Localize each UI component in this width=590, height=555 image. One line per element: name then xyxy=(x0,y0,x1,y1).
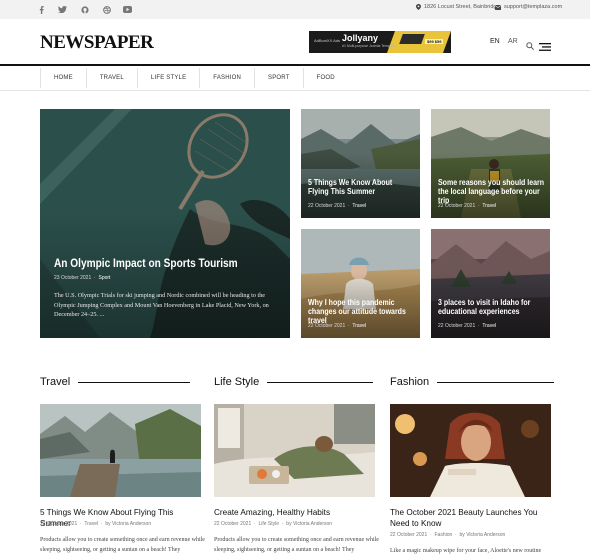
hero-main-title[interactable]: An Olympic Impact on Sports Tourism xyxy=(54,258,252,271)
fashion-article-date: 22 October 2021 xyxy=(390,532,428,538)
section-lifestyle-heading: Life Style xyxy=(214,375,374,389)
hero-card-1-date: 22 October 2021 xyxy=(308,203,346,209)
hero-card-1-overlay xyxy=(301,109,420,218)
nav-item-home[interactable]: HOME xyxy=(40,68,86,88)
ad-brand: Jollyany xyxy=(342,33,379,43)
lifestyle-article-date: 22 October 2021 xyxy=(214,521,252,527)
section-fashion-rule xyxy=(437,381,555,383)
hero-card-1[interactable]: 5 Things We Know About Flying This Summe… xyxy=(301,109,420,218)
hero-card-2[interactable]: Some reasons you should learn the local … xyxy=(431,109,550,218)
hero-card-4-date: 22 October 2021 xyxy=(438,323,476,329)
lang-ar[interactable]: AR xyxy=(508,38,518,45)
search-icon[interactable] xyxy=(526,37,534,55)
fashion-article-image[interactable] xyxy=(390,404,551,497)
hero-card-4-title[interactable]: 3 places to visit in Idaho for education… xyxy=(438,298,544,317)
github-icon[interactable] xyxy=(80,5,89,14)
address-text: 1826 Locust Street, Bainbridge xyxy=(424,4,500,10)
lifestyle-article-image[interactable] xyxy=(214,404,375,497)
fashion-article-author-prefix: by xyxy=(459,532,465,538)
lang-en[interactable]: EN xyxy=(490,38,500,45)
hero-card-1-title[interactable]: 5 Things We Know About Flying This Summe… xyxy=(308,178,414,197)
hero-main-category[interactable]: Sport xyxy=(98,275,110,281)
lifestyle-article-author-prefix: by xyxy=(286,521,292,527)
hero-main-excerpt: The U.S. Olympic Trials for ski jumping … xyxy=(54,292,269,319)
hero-card-3-date: 22 October 2021 xyxy=(308,323,346,329)
nav-item-travel[interactable]: TRAVEL xyxy=(85,68,137,88)
youtube-icon[interactable] xyxy=(123,5,132,14)
travel-article-category[interactable]: Travel xyxy=(84,521,98,527)
hero-card-1-meta: 22 October 2021 · Travel xyxy=(308,203,367,209)
dribbble-icon[interactable] xyxy=(102,5,111,14)
hero-main-meta: 23 October 2021 · Sport xyxy=(54,275,111,281)
nav-item-fashion[interactable]: FASHION xyxy=(199,68,254,88)
travel-article-meta: 22 October 2021 · Travel · by Victoria A… xyxy=(40,521,152,527)
nav-item-food[interactable]: FOOD xyxy=(302,68,348,88)
hero-card-1-category[interactable]: Travel xyxy=(352,203,366,209)
lifestyle-article-excerpt: Products allow you to create something o… xyxy=(214,537,379,553)
hero-card-2-meta: 22 October 2021 · Travel xyxy=(438,203,497,209)
section-fashion-title[interactable]: Fashion xyxy=(390,376,429,388)
hero-card-2-category[interactable]: Travel xyxy=(482,203,496,209)
fashion-article-author[interactable]: Victoria Anderson xyxy=(466,532,505,538)
hero-card-4-category[interactable]: Travel xyxy=(482,323,496,329)
section-travel-rule xyxy=(78,381,191,383)
travel-article-author[interactable]: Victoria Anderson xyxy=(112,521,151,527)
top-bar: 1826 Locust Street, Bainbridge support@t… xyxy=(0,0,590,19)
travel-article-date: 22 October 2021 xyxy=(40,521,78,527)
fashion-article-excerpt: Like a magic makeup wipe for your face, … xyxy=(390,548,542,554)
travel-article-author-prefix: by xyxy=(105,521,111,527)
section-travel-title[interactable]: Travel xyxy=(40,376,70,388)
email-info[interactable]: support@templaza.com xyxy=(495,4,562,10)
travel-article-excerpt: Products allow you to create something o… xyxy=(40,537,205,553)
fashion-article-meta: 22 October 2021 · Fashion · by Victoria … xyxy=(390,532,506,538)
travel-article-image[interactable] xyxy=(40,404,201,497)
section-lifestyle-title[interactable]: Life Style xyxy=(214,376,259,388)
ad-stripe-dark xyxy=(399,34,425,44)
ad-tagline: #1 Multi-purpose Joomla Template xyxy=(342,44,396,48)
fashion-article-title[interactable]: The October 2021 Beauty Launches You Nee… xyxy=(390,508,550,529)
ad-left-text: AdBoniXX Ads xyxy=(314,38,341,43)
lifestyle-article-category[interactable]: Life Style xyxy=(258,521,279,527)
hero-card-2-title[interactable]: Some reasons you should learn the local … xyxy=(438,178,544,206)
hero-main-card[interactable]: An Olympic Impact on Sports Tourism 23 O… xyxy=(40,109,290,338)
hero-card-2-date: 22 October 2021 xyxy=(438,203,476,209)
email-text: support@templaza.com xyxy=(504,4,563,10)
hero-main-date: 23 October 2021 xyxy=(54,275,92,281)
lifestyle-article-author[interactable]: Victoria Anderson xyxy=(293,521,332,527)
fashion-article-category[interactable]: Fashion xyxy=(434,532,452,538)
ad-price: $99 $59 xyxy=(425,39,444,44)
hero-card-3-meta: 22 October 2021 · Travel xyxy=(308,323,367,329)
hero-card-3-category[interactable]: Travel xyxy=(352,323,366,329)
twitter-icon[interactable] xyxy=(58,5,67,14)
section-travel-heading: Travel xyxy=(40,375,191,389)
mail-icon xyxy=(495,4,501,10)
lifestyle-article-title[interactable]: Create Amazing, Healthy Habits xyxy=(214,508,379,519)
lifestyle-article-meta: 22 October 2021 · Life Style · by Victor… xyxy=(214,521,333,527)
facebook-icon[interactable] xyxy=(37,5,46,14)
header-rule xyxy=(0,64,590,66)
menu-icon[interactable] xyxy=(539,38,551,56)
hero-card-4-overlay xyxy=(431,229,550,338)
hero-card-3[interactable]: Why I hope this pandemic changes our att… xyxy=(301,229,420,338)
address-info: 1826 Locust Street, Bainbridge xyxy=(416,4,500,10)
site-logo[interactable]: NEWSPAPER xyxy=(40,32,154,54)
hero-card-4[interactable]: 3 places to visit in Idaho for education… xyxy=(431,229,550,338)
hero-card-3-title[interactable]: Why I hope this pandemic changes our att… xyxy=(308,298,414,326)
section-lifestyle-rule xyxy=(267,381,374,383)
nav-item-sport[interactable]: SPORT xyxy=(254,68,303,88)
nav-rule xyxy=(0,90,590,91)
nav-item-life-style[interactable]: LIFE STYLE xyxy=(136,68,199,88)
main-nav: HOME TRAVEL LIFE STYLE FASHION SPORT FOO… xyxy=(40,68,348,88)
hero-card-4-meta: 22 October 2021 · Travel xyxy=(438,323,497,329)
section-fashion-heading: Fashion xyxy=(390,375,555,389)
header-ad-banner[interactable]: AdBoniXX Ads Jollyany #1 Multi-purpose J… xyxy=(309,31,451,53)
location-pin-icon xyxy=(416,4,421,10)
